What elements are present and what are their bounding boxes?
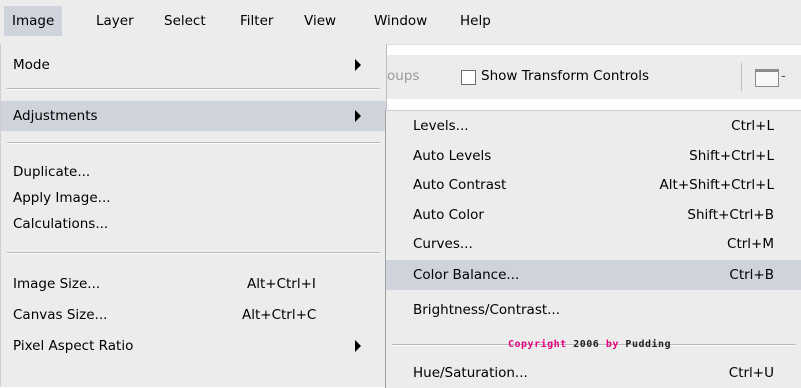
menu-item-pixel-aspect-ratio[interactable]: Pixel Aspect Ratio	[1, 331, 386, 361]
watermark-by: by	[605, 339, 619, 350]
adjustments-label: Adjustments	[13, 108, 98, 124]
menu-item-calculations[interactable]: Calculations...	[1, 209, 386, 239]
auto-contrast-shortcut: Alt+Shift+Ctrl+L	[659, 177, 774, 193]
menubar: Image Layer Select Filter View Window He…	[0, 0, 801, 45]
color-balance-shortcut: Ctrl+B	[729, 267, 774, 283]
menu-select[interactable]: Select	[156, 6, 214, 36]
align-top-icon[interactable]	[755, 69, 779, 87]
show-transform-checkbox[interactable]	[461, 70, 476, 85]
auto-color-shortcut: Shift+Ctrl+B	[687, 207, 774, 223]
auto-select-groups-label: oups	[387, 68, 420, 84]
image-size-shortcut: Alt+Ctrl+I	[247, 276, 316, 292]
menu-help[interactable]: Help	[452, 6, 499, 36]
menu-window[interactable]: Window	[366, 6, 435, 36]
menu-item-levels[interactable]: Levels... Ctrl+L	[386, 111, 801, 141]
auto-levels-shortcut: Shift+Ctrl+L	[689, 148, 774, 164]
menu-item-adjustments[interactable]: Adjustments	[1, 101, 386, 131]
levels-shortcut: Ctrl+L	[731, 118, 774, 134]
menu-item-brightness-contrast[interactable]: Brightness/Contrast...	[386, 295, 801, 325]
color-balance-label: Color Balance...	[413, 267, 520, 283]
mode-label: Mode	[13, 57, 50, 73]
watermark-name: Pudding	[625, 339, 672, 350]
pixel-aspect-label: Pixel Aspect Ratio	[13, 338, 134, 354]
image-size-label: Image Size...	[13, 276, 101, 292]
canvas-size-label: Canvas Size...	[13, 307, 108, 323]
calculations-label: Calculations...	[13, 216, 109, 232]
curves-label: Curves...	[413, 236, 473, 252]
hue-saturation-shortcut: Ctrl+U	[728, 365, 774, 381]
hue-saturation-label: Hue/Saturation...	[413, 365, 528, 381]
curves-shortcut: Ctrl+M	[727, 236, 774, 252]
copyright-watermark: Copyright 2006 by Pudding	[508, 339, 671, 350]
menu-view[interactable]: View	[296, 6, 344, 36]
canvas-size-shortcut: Alt+Ctrl+C	[242, 307, 317, 323]
submenu-arrow-icon	[355, 340, 361, 352]
show-transform-label[interactable]: Show Transform Controls	[481, 68, 649, 84]
menu-item-curves[interactable]: Curves... Ctrl+M	[386, 229, 801, 259]
menu-filter[interactable]: Filter	[232, 6, 281, 36]
watermark-copyright: Copyright	[508, 339, 567, 350]
menu-image[interactable]: Image	[4, 6, 63, 36]
watermark-year: 2006	[573, 339, 600, 350]
menu-item-auto-color[interactable]: Auto Color Shift+Ctrl+B	[386, 200, 801, 230]
image-menu-dropdown: Mode Adjustments Duplicate... Apply Imag…	[0, 44, 387, 387]
options-divider	[741, 63, 742, 91]
align-next-icon: -	[781, 68, 786, 84]
menu-separator	[7, 88, 380, 90]
submenu-arrow-icon	[355, 110, 361, 122]
menu-separator	[7, 142, 380, 144]
auto-color-label: Auto Color	[413, 207, 484, 223]
menu-item-auto-contrast[interactable]: Auto Contrast Alt+Shift+Ctrl+L	[386, 170, 801, 200]
submenu-arrow-icon	[355, 59, 361, 71]
levels-label: Levels...	[413, 118, 469, 134]
options-bar: oups Show Transform Controls -	[375, 55, 801, 99]
brightness-contrast-label: Brightness/Contrast...	[413, 302, 561, 318]
menu-item-auto-levels[interactable]: Auto Levels Shift+Ctrl+L	[386, 141, 801, 171]
auto-contrast-label: Auto Contrast	[413, 177, 507, 193]
menu-separator	[7, 252, 380, 254]
menu-item-mode[interactable]: Mode	[1, 50, 386, 80]
menu-item-canvas-size[interactable]: Canvas Size... Alt+Ctrl+C	[1, 300, 386, 330]
menu-item-image-size[interactable]: Image Size... Alt+Ctrl+I	[1, 269, 386, 299]
menu-item-color-balance[interactable]: Color Balance... Ctrl+B	[386, 260, 801, 290]
menu-item-hue-saturation[interactable]: Hue/Saturation... Ctrl+U	[386, 358, 801, 388]
auto-levels-label: Auto Levels	[413, 148, 492, 164]
menu-layer[interactable]: Layer	[88, 6, 142, 36]
